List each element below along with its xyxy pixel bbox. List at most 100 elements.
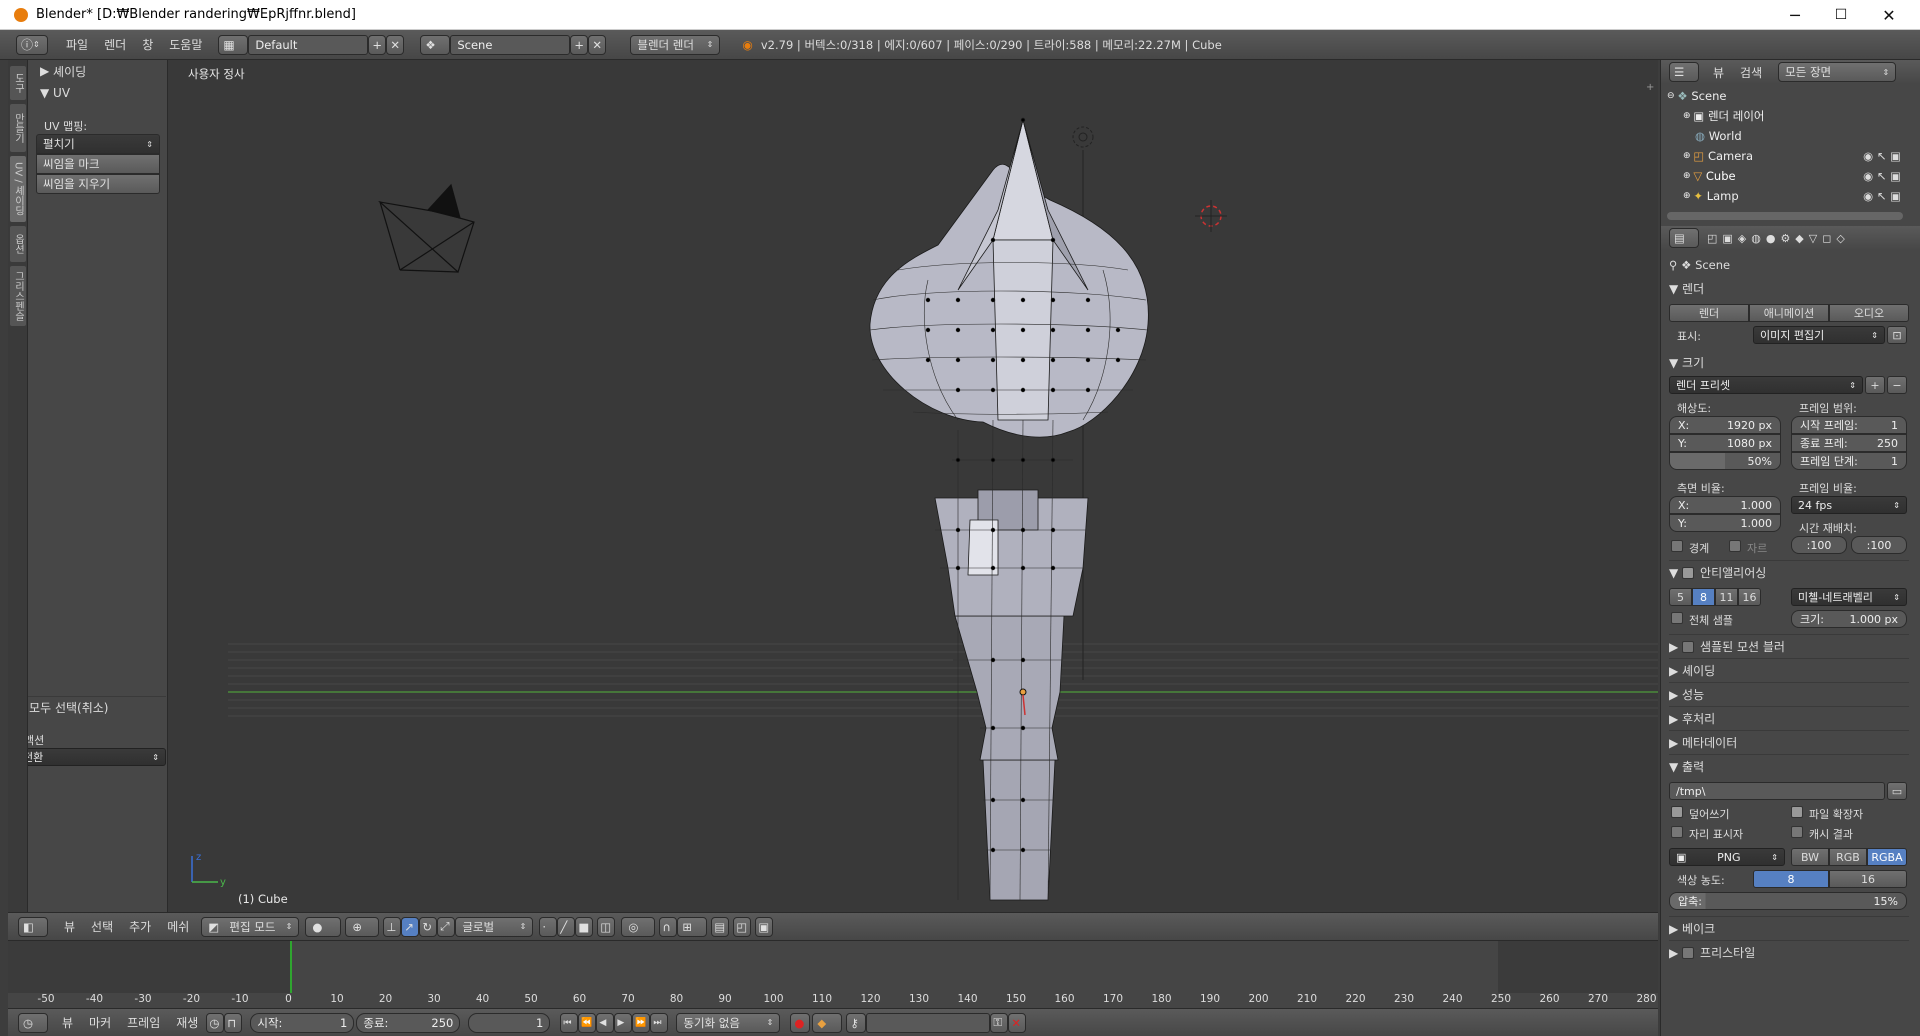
file-extension-checkbox[interactable]	[1791, 806, 1803, 818]
menu-mesh[interactable]: 메쉬	[159, 918, 197, 935]
start-frame-field[interactable]: 시작 프레임: 1	[1791, 416, 1907, 434]
menu-render[interactable]: 렌더	[96, 36, 134, 53]
scale-toggle[interactable]: ⤢	[437, 916, 456, 937]
context-tabs[interactable]: ◰▣◈◍●⚙◆▽◻◇	[1707, 232, 1850, 245]
display-mode-select[interactable]: 모든 장면 ⇕	[1778, 62, 1897, 82]
menu-outliner-search[interactable]: 검색	[1732, 64, 1770, 81]
resolution-x-field[interactable]: X: 1920 px	[1669, 416, 1781, 434]
color-mode-rgb[interactable]: RGB	[1829, 848, 1867, 866]
output-path-browse-button[interactable]: ▭	[1887, 782, 1907, 800]
layers-button[interactable]: ▤	[711, 916, 730, 937]
pivot-select[interactable]: ⊕	[345, 916, 380, 937]
menu-file[interactable]: 파일	[58, 36, 96, 53]
start-frame-field[interactable]: 시작: 1	[250, 1012, 355, 1033]
postprocessing-panel-header[interactable]: ▶ 후처리	[1669, 710, 1715, 727]
color-mode-bw[interactable]: BW	[1791, 848, 1829, 866]
maximize-button[interactable]: ☐	[1818, 0, 1864, 30]
outliner-item-render-layers[interactable]: ⊕ ▣ 렌더 레이어	[1661, 106, 1909, 126]
aa-samples-11[interactable]: 11	[1715, 588, 1738, 606]
menu-frame[interactable]: 프레임	[119, 1014, 168, 1031]
bake-panel-header[interactable]: ▶ 베이크	[1669, 920, 1715, 937]
play-button[interactable]: ▶	[614, 1012, 633, 1033]
menu-select[interactable]: 선택	[83, 918, 121, 935]
outliner-item-scene[interactable]: ⊖ ❖ Scene	[1661, 86, 1909, 106]
tab-create[interactable]: 만들기	[10, 104, 26, 152]
end-frame-field[interactable]: 종료: 250	[356, 1012, 461, 1033]
layout-add-button[interactable]: +	[368, 34, 387, 55]
metadata-panel-header[interactable]: ▶ 메타데이터	[1669, 734, 1737, 751]
preset-remove-button[interactable]: −	[1887, 376, 1907, 394]
orientation-select[interactable]: 글로벌 ⇕	[455, 916, 534, 937]
menu-timeline-view[interactable]: 뷰	[54, 1014, 81, 1031]
edge-select-toggle[interactable]: ╱	[557, 916, 576, 937]
color-mode-rgba[interactable]: RGBA	[1867, 848, 1907, 866]
visibility-icon[interactable]: ◉ ↖ ▣	[1863, 189, 1901, 203]
compression-slider[interactable]: 압축: 15%	[1669, 892, 1907, 910]
audio-button[interactable]: 오디오	[1829, 304, 1909, 322]
cache-result-checkbox[interactable]	[1791, 826, 1803, 838]
visibility-icon[interactable]: ◉ ↖ ▣	[1863, 169, 1901, 183]
mode-select[interactable]: ◩ 편집 모드 ⇕	[201, 916, 300, 937]
plus-icon[interactable]: +	[1646, 82, 1654, 93]
visibility-icon[interactable]: ◉ ↖ ▣	[1863, 149, 1901, 163]
dimensions-panel-header[interactable]: ▼ 크기	[1669, 354, 1704, 371]
occlude-toggle[interactable]: ◫	[597, 916, 616, 937]
remap-new-field[interactable]: :100	[1851, 536, 1907, 554]
layout-name-field[interactable]: Default	[248, 34, 369, 55]
current-frame-field[interactable]: 1	[468, 1012, 551, 1033]
close-button[interactable]: ✕	[1866, 0, 1912, 30]
unwrap-menu-button[interactable]: 펼치기 ⇕	[36, 134, 160, 154]
border-checkbox[interactable]	[1671, 540, 1683, 552]
menu-add[interactable]: 추가	[121, 918, 159, 935]
frame-rate-select[interactable]: 24 fps ⇕	[1791, 496, 1907, 514]
remap-old-field[interactable]: :100	[1791, 536, 1847, 554]
motion-blur-checkbox[interactable]	[1682, 640, 1695, 653]
outliner-item-lamp[interactable]: ⊕ ✦ Lamp ◉ ↖ ▣	[1661, 186, 1909, 206]
3d-viewport[interactable]: 사용자 정사 z y (1) Cube +	[168, 60, 1658, 912]
render-panel-header[interactable]: ▼ 렌더	[1669, 280, 1704, 297]
performance-panel-header[interactable]: ▶ 성능	[1669, 686, 1704, 703]
delete-key-button[interactable]: ✕	[1008, 1012, 1027, 1033]
operator-panel-header[interactable]: ▼ 모두 선택(취소)	[8, 696, 166, 718]
resolution-percentage-slider[interactable]: 50%	[1669, 452, 1781, 470]
overwrite-checkbox[interactable]	[1671, 806, 1683, 818]
keying-set-button[interactable]: ◆	[812, 1012, 843, 1033]
auto-keying-button[interactable]: ●	[790, 1012, 811, 1033]
aa-samples-16[interactable]: 16	[1738, 588, 1761, 606]
menu-marker[interactable]: 마커	[81, 1014, 119, 1031]
uv-panel-header[interactable]: ▼ UV	[32, 82, 166, 104]
jump-start-button[interactable]: ⏮	[560, 1012, 579, 1033]
motion-blur-panel-header[interactable]: ▶ 샘플된 모션 블러	[1669, 638, 1785, 655]
crop-checkbox[interactable]	[1729, 540, 1741, 552]
color-depth-8[interactable]: 8	[1753, 870, 1829, 888]
menu-outliner-view[interactable]: 뷰	[1705, 64, 1732, 81]
end-frame-field[interactable]: 종료 프레: 250	[1791, 434, 1907, 452]
outliner-item-world[interactable]: ◍ World	[1661, 126, 1909, 146]
jump-end-button[interactable]: ⏭	[650, 1012, 669, 1033]
scene-name-field[interactable]: Scene	[450, 34, 571, 55]
render-preset-select[interactable]: 렌더 프리셋 ⇕	[1669, 376, 1863, 394]
tab-uv-shading[interactable]: UV / 셰이딩	[10, 156, 26, 222]
render-anim-button[interactable]: ▣	[755, 916, 774, 937]
tab-options[interactable]: 옵션	[10, 226, 26, 262]
viewport-editor-type-button[interactable]: ◧	[18, 916, 48, 937]
rotate-toggle[interactable]: ↻	[419, 916, 438, 937]
full-sample-checkbox[interactable]	[1671, 612, 1683, 624]
aa-samples-8[interactable]: 8	[1692, 588, 1715, 606]
timeline[interactable]: -50 -40 -30 -20 -10 0 10 20 30 40 50 60 70 80 90 100 110…	[8, 940, 1658, 1008]
outliner-editor-type-button[interactable]: ☰	[1669, 62, 1699, 82]
aa-samples-5[interactable]: 5	[1669, 588, 1692, 606]
aspect-x-field[interactable]: X: 1.000	[1669, 496, 1781, 514]
menu-help[interactable]: 도움말	[161, 36, 210, 53]
freestyle-checkbox[interactable]	[1682, 946, 1695, 959]
snap-element-select[interactable]: ⊞	[677, 916, 708, 937]
play-reverse-button[interactable]: ◀	[596, 1012, 615, 1033]
color-depth-16[interactable]: 16	[1829, 870, 1907, 888]
outliner-item-cube[interactable]: ⊕ ▽ Cube ◉ ↖ ▣	[1661, 166, 1909, 186]
sync-select[interactable]: 동기화 없음 ⇕	[676, 1012, 781, 1033]
scene-browse-button[interactable]: ❖	[420, 34, 451, 55]
keying-set-field[interactable]	[866, 1012, 991, 1033]
lock-interface-button[interactable]: ⊡	[1887, 326, 1907, 344]
shading-panel-header[interactable]: ▶ 셰이딩	[1669, 662, 1715, 679]
insert-key-button[interactable]: ⚿	[990, 1012, 1009, 1033]
